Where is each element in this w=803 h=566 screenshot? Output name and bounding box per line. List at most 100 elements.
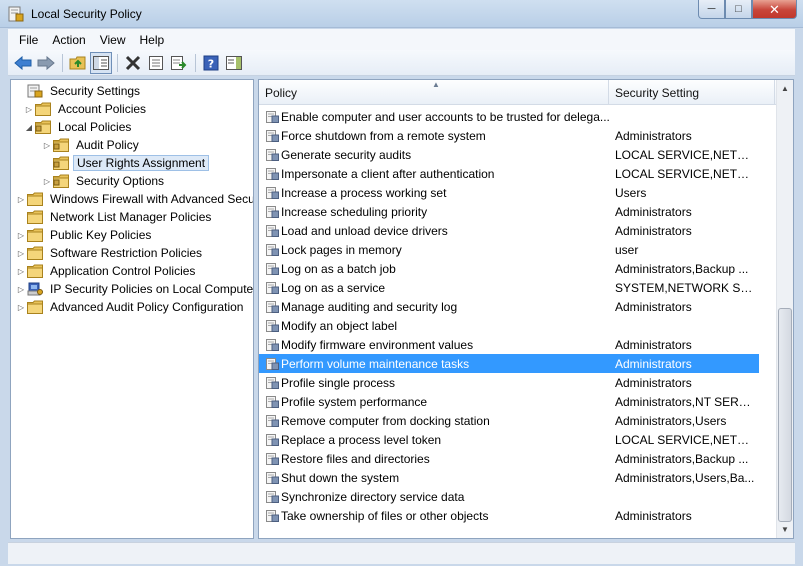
minimize-button[interactable]: ─ — [698, 0, 725, 19]
tree-item-windows-firewall-with-advanced-secu[interactable]: ▷ Windows Firewall with Advanced Secu — [15, 190, 253, 208]
policy-row[interactable]: Lock pages in memory user — [259, 240, 759, 259]
policy-name: Remove computer from docking station — [281, 413, 490, 428]
properties-icon — [149, 55, 163, 70]
tree-item-advanced-audit-policy-configuration[interactable]: ▷ Advanced Audit Policy Configuration — [15, 298, 246, 316]
export-list-button[interactable] — [168, 52, 190, 74]
policy-icon — [266, 319, 279, 332]
menu-file[interactable]: File — [12, 33, 45, 47]
forward-button[interactable] — [35, 52, 57, 74]
title-bar[interactable]: Local Security Policy ─ □ ✕ — [0, 0, 803, 28]
security-setting-value: Administrators — [615, 299, 692, 314]
tree-item-security-settings[interactable]: Security Settings — [15, 82, 143, 100]
show-action-pane-button[interactable] — [223, 52, 245, 74]
policy-row[interactable]: Increase a process working set Users — [259, 183, 759, 202]
security-setting-value: Administrators — [615, 204, 692, 219]
policy-row[interactable]: Remove computer from docking station Admi… — [259, 411, 759, 430]
policy-icon — [266, 281, 279, 294]
tree-item-label: Local Policies — [58, 120, 132, 134]
policy-row[interactable]: Impersonate a client after authenticatio… — [259, 164, 759, 183]
tree-item-application-control-policies[interactable]: ▷ Application Control Policies — [15, 262, 198, 280]
policy-icon — [266, 414, 279, 427]
properties-button[interactable] — [145, 52, 167, 74]
expand-arrow-icon[interactable]: ▷ — [23, 105, 35, 114]
policy-row[interactable]: Profile single process Administrators — [259, 373, 759, 392]
toolbar: ? — [8, 50, 795, 76]
policy-icon — [266, 300, 279, 313]
menu-action[interactable]: Action — [45, 33, 92, 47]
scroll-thumb[interactable] — [778, 308, 792, 522]
expand-arrow-icon[interactable]: ▷ — [15, 249, 27, 258]
column-header-security-setting[interactable]: Security Setting — [609, 80, 775, 105]
policy-row[interactable]: Perform volume maintenance tasks Administ… — [259, 354, 759, 373]
back-button[interactable] — [12, 52, 34, 74]
policy-list-pane[interactable]: Policy ▲ Security Setting Enable compute… — [258, 79, 794, 539]
policy-row[interactable]: Force shutdown from a remote system Admin… — [259, 126, 759, 145]
policy-row[interactable]: Restore files and directories Administrat… — [259, 449, 759, 468]
security-setting-value: Administrators,Backup ... — [615, 261, 749, 276]
policy-name: Impersonate a client after authenticatio… — [281, 166, 495, 181]
tree-item-network-list-manager-policies[interactable]: Network List Manager Policies — [15, 208, 214, 226]
tree-item-user-rights-assignment[interactable]: User Rights Assignment — [41, 154, 210, 172]
maximize-button[interactable]: □ — [725, 0, 752, 19]
policy-name: Manage auditing and security log — [281, 299, 458, 314]
menu-help[interactable]: Help — [133, 33, 172, 47]
show-hide-console-tree-button[interactable] — [90, 51, 112, 74]
security-setting-value: Administrators,Users,Ba... — [615, 470, 755, 485]
policy-row[interactable]: Log on as a service SYSTEM,NETWORK SER... — [259, 278, 759, 297]
security-setting-value: user — [615, 242, 639, 257]
policy-row[interactable]: Load and unload device drivers Administra… — [259, 221, 759, 240]
collapse-arrow-icon[interactable]: ◢ — [23, 123, 35, 132]
tree-item-ip-security-policies-on-local-compute[interactable]: ▷ IP Security Policies on Local Compute — [15, 280, 254, 298]
tree-item-account-policies[interactable]: ▷ Account Policies — [23, 100, 149, 118]
expand-arrow-icon[interactable]: ▷ — [15, 231, 27, 240]
expand-arrow-icon[interactable]: ▷ — [15, 267, 27, 276]
policy-row[interactable]: Synchronize directory service data — [259, 487, 759, 506]
close-button[interactable]: ✕ — [752, 0, 797, 19]
tree-item-label: Account Policies — [58, 102, 147, 116]
tree-item-software-restriction-policies[interactable]: ▷ Software Restriction Policies — [15, 244, 205, 262]
policy-row[interactable]: Modify firmware environment values Admini… — [259, 335, 759, 354]
scroll-down-button[interactable]: ▼ — [777, 521, 793, 538]
tree-item-label: Software Restriction Policies — [50, 246, 203, 260]
console-tree-pane[interactable]: Security Settings ▷ Account Policies ◢ Local… — [10, 79, 254, 539]
expand-arrow-icon[interactable]: ▷ — [15, 303, 27, 312]
tree-item-security-options[interactable]: ▷ Security Options — [41, 172, 167, 190]
policy-row[interactable]: Manage auditing and security log Administ… — [259, 297, 759, 316]
policy-name: Generate security audits — [281, 147, 412, 162]
policy-icon — [266, 129, 279, 142]
tree-item-public-key-policies[interactable]: ▷ Public Key Policies — [15, 226, 154, 244]
tree-item-audit-policy[interactable]: ▷ Audit Policy — [41, 136, 142, 154]
window-controls: ─ □ ✕ — [698, 0, 797, 20]
policy-row[interactable]: Generate security audits LOCAL SERVICE,NE… — [259, 145, 759, 164]
policy-icon — [266, 148, 279, 161]
window-title: Local Security Policy — [31, 7, 142, 21]
policy-row[interactable]: Log on as a batch job Administrators,Back… — [259, 259, 759, 278]
folder-icon — [53, 174, 69, 188]
policy-row[interactable]: Enable computer and user accounts to be … — [259, 107, 759, 126]
policy-row[interactable]: Profile system performance Administrators… — [259, 392, 759, 411]
policy-row[interactable]: Increase scheduling priority Administrato… — [259, 202, 759, 221]
up-one-level-button[interactable] — [67, 52, 89, 74]
policy-row[interactable]: Replace a process level token LOCAL SERVI… — [259, 430, 759, 449]
folder-icon — [27, 228, 43, 242]
scroll-up-button[interactable]: ▲ — [777, 80, 793, 97]
help-button[interactable]: ? — [200, 52, 222, 74]
expand-arrow-icon[interactable]: ▷ — [15, 285, 27, 294]
delete-button[interactable] — [122, 52, 144, 74]
policy-row[interactable]: Take ownership of files or other objects… — [259, 506, 759, 525]
expand-arrow-icon[interactable]: ▷ — [41, 177, 53, 186]
expand-arrow-icon[interactable]: ▷ — [41, 141, 53, 150]
policy-icon — [266, 376, 279, 389]
expand-arrow-icon[interactable]: ▷ — [15, 195, 27, 204]
policy-name: Force shutdown from a remote system — [281, 128, 486, 143]
tree-item-label: Security Settings — [50, 84, 141, 98]
policy-row[interactable]: Shut down the system Administrators,Users… — [259, 468, 759, 487]
vertical-scrollbar[interactable]: ▲ ▼ — [776, 80, 793, 538]
menu-view[interactable]: View — [93, 33, 133, 47]
tree-item-local-policies[interactable]: ◢ Local Policies — [23, 118, 134, 136]
security-setting-value: Administrators — [615, 128, 692, 143]
svg-text:?: ? — [208, 57, 214, 70]
tree-item-label: IP Security Policies on Local Compute — [50, 282, 254, 296]
policy-row[interactable]: Modify an object label — [259, 316, 759, 335]
policy-icon — [266, 110, 279, 123]
